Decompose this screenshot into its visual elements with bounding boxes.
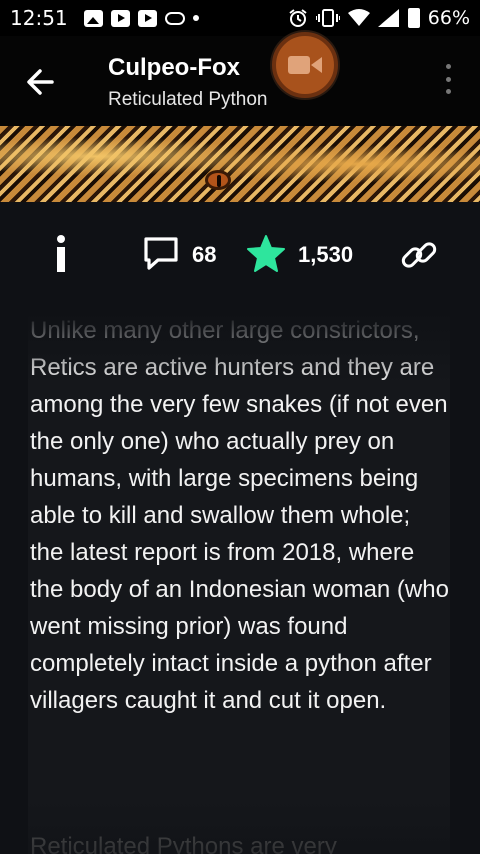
article-content: Unlike many other large constrictors, Re…: [28, 312, 450, 854]
notification-icons: [83, 9, 199, 27]
battery-percent: 66%: [427, 7, 470, 29]
wifi-icon: [347, 9, 370, 26]
status-bar: 12:51 66%: [0, 0, 480, 36]
video-call-button[interactable]: [272, 32, 338, 98]
stats-bar: 68 1,530: [0, 222, 480, 286]
like-count[interactable]: 1,530: [298, 242, 353, 268]
comment-count[interactable]: 68: [192, 242, 216, 268]
youtube-icon: [110, 9, 130, 27]
battery-icon: [407, 8, 420, 28]
vibrate-icon: [315, 9, 340, 27]
gallery-icon: [83, 9, 103, 27]
cloud-icon: [164, 11, 185, 25]
info-icon[interactable]: [52, 234, 70, 274]
more-options-icon[interactable]: [438, 64, 458, 94]
article-paragraph: Unlike many other large constrictors, Re…: [30, 317, 449, 714]
page-title: Culpeo-Fox: [108, 54, 240, 81]
system-icons: 66%: [288, 7, 470, 29]
article-next-paragraph: Reticulated Pythons are very: [30, 833, 337, 854]
comment-icon[interactable]: [142, 236, 180, 272]
back-arrow-icon[interactable]: [22, 62, 62, 102]
page-subtitle: Reticulated Python: [108, 89, 268, 110]
video-camera-icon: [288, 56, 322, 74]
status-time: 12:51: [10, 6, 68, 30]
link-icon[interactable]: [398, 234, 440, 276]
more-dot: [445, 64, 451, 69]
star-icon[interactable]: [246, 234, 286, 274]
cover-banner-image: [0, 126, 480, 202]
more-dot: [445, 89, 451, 94]
signal-icon: [377, 9, 399, 27]
alarm-icon: [289, 9, 307, 27]
more-dot: [445, 76, 451, 82]
app-header: Culpeo-Fox Reticulated Python: [0, 32, 480, 126]
youtube-icon: [137, 9, 157, 27]
dot-icon: [192, 15, 199, 21]
snake-eye: [205, 170, 231, 190]
